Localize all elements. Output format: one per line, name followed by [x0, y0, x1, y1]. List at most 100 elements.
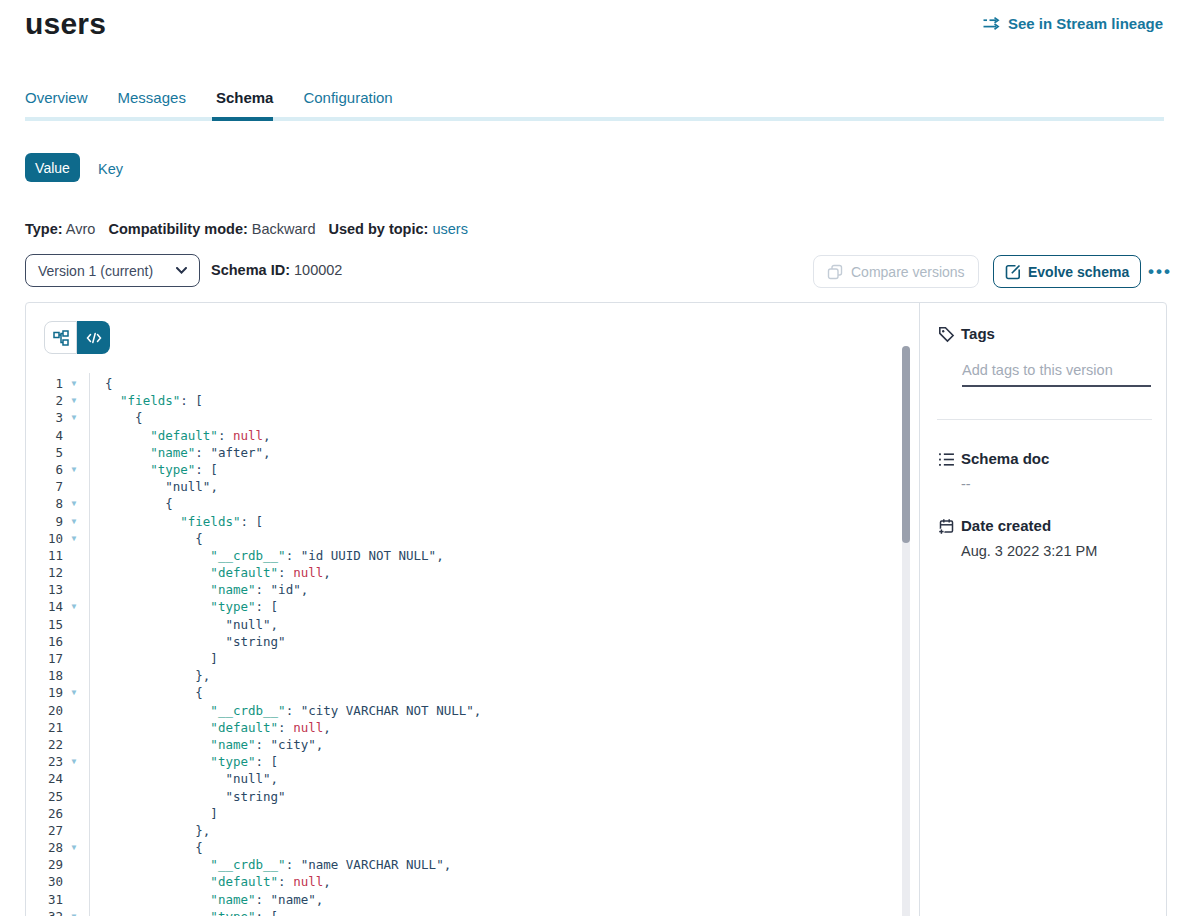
collapse-arrow-icon[interactable]: ▼ — [68, 908, 80, 916]
code-text: { — [105, 684, 203, 701]
line-number: 10 — [26, 530, 63, 547]
tags-input-underline — [962, 385, 1151, 387]
tab-configuration[interactable]: Configuration — [303, 89, 392, 106]
version-select[interactable]: Version 1 (current) — [25, 254, 200, 287]
line-number: 24 — [26, 770, 63, 787]
code-text: "name": "name", — [105, 891, 323, 908]
schema-id: Schema ID: 100002 — [211, 262, 342, 278]
code-view-button[interactable] — [77, 321, 110, 354]
stream-lineage-icon — [982, 16, 1001, 31]
code-text: "null", — [105, 770, 278, 787]
code-line: 5 "name": "after", — [26, 444, 896, 461]
collapse-arrow-icon[interactable]: ▼ — [68, 495, 80, 512]
collapse-arrow-icon[interactable]: ▼ — [68, 375, 80, 392]
line-number: 30 — [26, 873, 63, 890]
tab-overview[interactable]: Overview — [25, 89, 88, 106]
code-line: 7 "null", — [26, 478, 896, 495]
copy-icon — [827, 264, 843, 280]
line-number: 14 — [26, 598, 63, 615]
chevron-down-icon — [176, 267, 187, 274]
code-line: 3▼ { — [26, 409, 896, 426]
code-text: "type": [ — [105, 598, 278, 615]
details-sidebar: Tags Add tags to this version Schema doc… — [919, 303, 1167, 916]
code-line: 17 ] — [26, 650, 896, 667]
collapse-arrow-icon[interactable]: ▼ — [68, 409, 80, 426]
code-line: 9▼ "fields": [ — [26, 513, 896, 530]
code-line: 6▼ "type": [ — [26, 461, 896, 478]
code-text: { — [105, 495, 173, 512]
code-text: ] — [105, 805, 218, 822]
line-number: 23 — [26, 753, 63, 770]
tags-input[interactable]: Add tags to this version — [962, 362, 1113, 378]
line-number: 27 — [26, 822, 63, 839]
collapse-arrow-icon[interactable]: ▼ — [68, 598, 80, 615]
code-line: 29 "__crdb__": "name VARCHAR NULL", — [26, 856, 896, 873]
schema-doc-title: Schema doc — [961, 450, 1049, 467]
collapse-arrow-icon[interactable]: ▼ — [68, 392, 80, 409]
line-number: 31 — [26, 891, 63, 908]
collapse-arrow-icon[interactable]: ▼ — [68, 839, 80, 856]
tab-messages[interactable]: Messages — [118, 89, 186, 106]
line-number: 28 — [26, 839, 63, 856]
collapse-arrow-icon[interactable]: ▼ — [68, 513, 80, 530]
tab-bar: Overview Messages Schema Configuration — [25, 89, 393, 106]
code-text: "fields": [ — [105, 513, 263, 530]
code-line: 23▼ "type": [ — [26, 753, 896, 770]
code-text: "type": [ — [105, 908, 278, 916]
line-number: 26 — [26, 805, 63, 822]
evolve-schema-button[interactable]: Evolve schema — [993, 255, 1141, 288]
more-options-button[interactable]: ••• — [1141, 255, 1179, 288]
code-text: "name": "after", — [105, 444, 271, 461]
code-line: 4 "default": null, — [26, 427, 896, 444]
code-line: 32▼ "type": [ — [26, 908, 896, 916]
page-title: users — [25, 7, 106, 41]
collapse-arrow-icon[interactable]: ▼ — [68, 753, 80, 770]
code-text: "name": "city", — [105, 736, 323, 753]
tab-track — [25, 117, 1164, 121]
line-number: 15 — [26, 616, 63, 633]
tags-title: Tags — [961, 325, 995, 342]
collapse-arrow-icon[interactable]: ▼ — [68, 684, 80, 701]
code-line: 24 "null", — [26, 770, 896, 787]
tab-schema[interactable]: Schema — [216, 89, 274, 106]
code-text: ] — [105, 650, 218, 667]
code-text: "default": null, — [105, 427, 271, 444]
code-text: }, — [105, 667, 210, 684]
value-toggle-button[interactable]: Value — [25, 153, 80, 182]
schema-panel: 1▼{2▼ "fields": [3▼ {4 "default": null,5… — [25, 302, 1167, 916]
scrollbar[interactable] — [902, 346, 910, 916]
tree-view-button[interactable] — [44, 321, 77, 354]
line-number: 13 — [26, 581, 63, 598]
line-number: 19 — [26, 684, 63, 701]
compare-versions-button[interactable]: Compare versions — [813, 255, 979, 288]
key-toggle-button[interactable]: Key — [98, 154, 123, 183]
line-number: 8 — [26, 495, 63, 512]
code-text: "default": null, — [105, 873, 331, 890]
collapse-arrow-icon[interactable]: ▼ — [68, 530, 80, 547]
line-number: 20 — [26, 702, 63, 719]
line-number: 3 — [26, 409, 63, 426]
code-line: 31 "name": "name", — [26, 891, 896, 908]
code-text: "null", — [105, 478, 218, 495]
list-icon — [938, 451, 955, 468]
line-number: 18 — [26, 667, 63, 684]
view-toggle — [44, 321, 110, 354]
edit-icon — [1005, 264, 1021, 280]
code-text: "type": [ — [105, 461, 218, 478]
line-number: 22 — [26, 736, 63, 753]
code-line: 2▼ "fields": [ — [26, 392, 896, 409]
code-line: 15 "null", — [26, 616, 896, 633]
code-text: { — [105, 530, 203, 547]
schema-doc-value: -- — [961, 476, 971, 492]
scrollbar-thumb[interactable] — [902, 346, 910, 543]
code-line: 28▼ { — [26, 839, 896, 856]
code-line: 21 "default": null, — [26, 719, 896, 736]
code-line: 12 "default": null, — [26, 564, 896, 581]
see-in-stream-lineage-link[interactable]: See in Stream lineage — [982, 15, 1163, 32]
collapse-arrow-icon[interactable]: ▼ — [68, 461, 80, 478]
line-number: 4 — [26, 427, 63, 444]
code-text: "string" — [105, 788, 286, 805]
tab-active-indicator — [212, 117, 273, 121]
code-line: 22 "name": "city", — [26, 736, 896, 753]
topic-link[interactable]: users — [432, 221, 467, 237]
